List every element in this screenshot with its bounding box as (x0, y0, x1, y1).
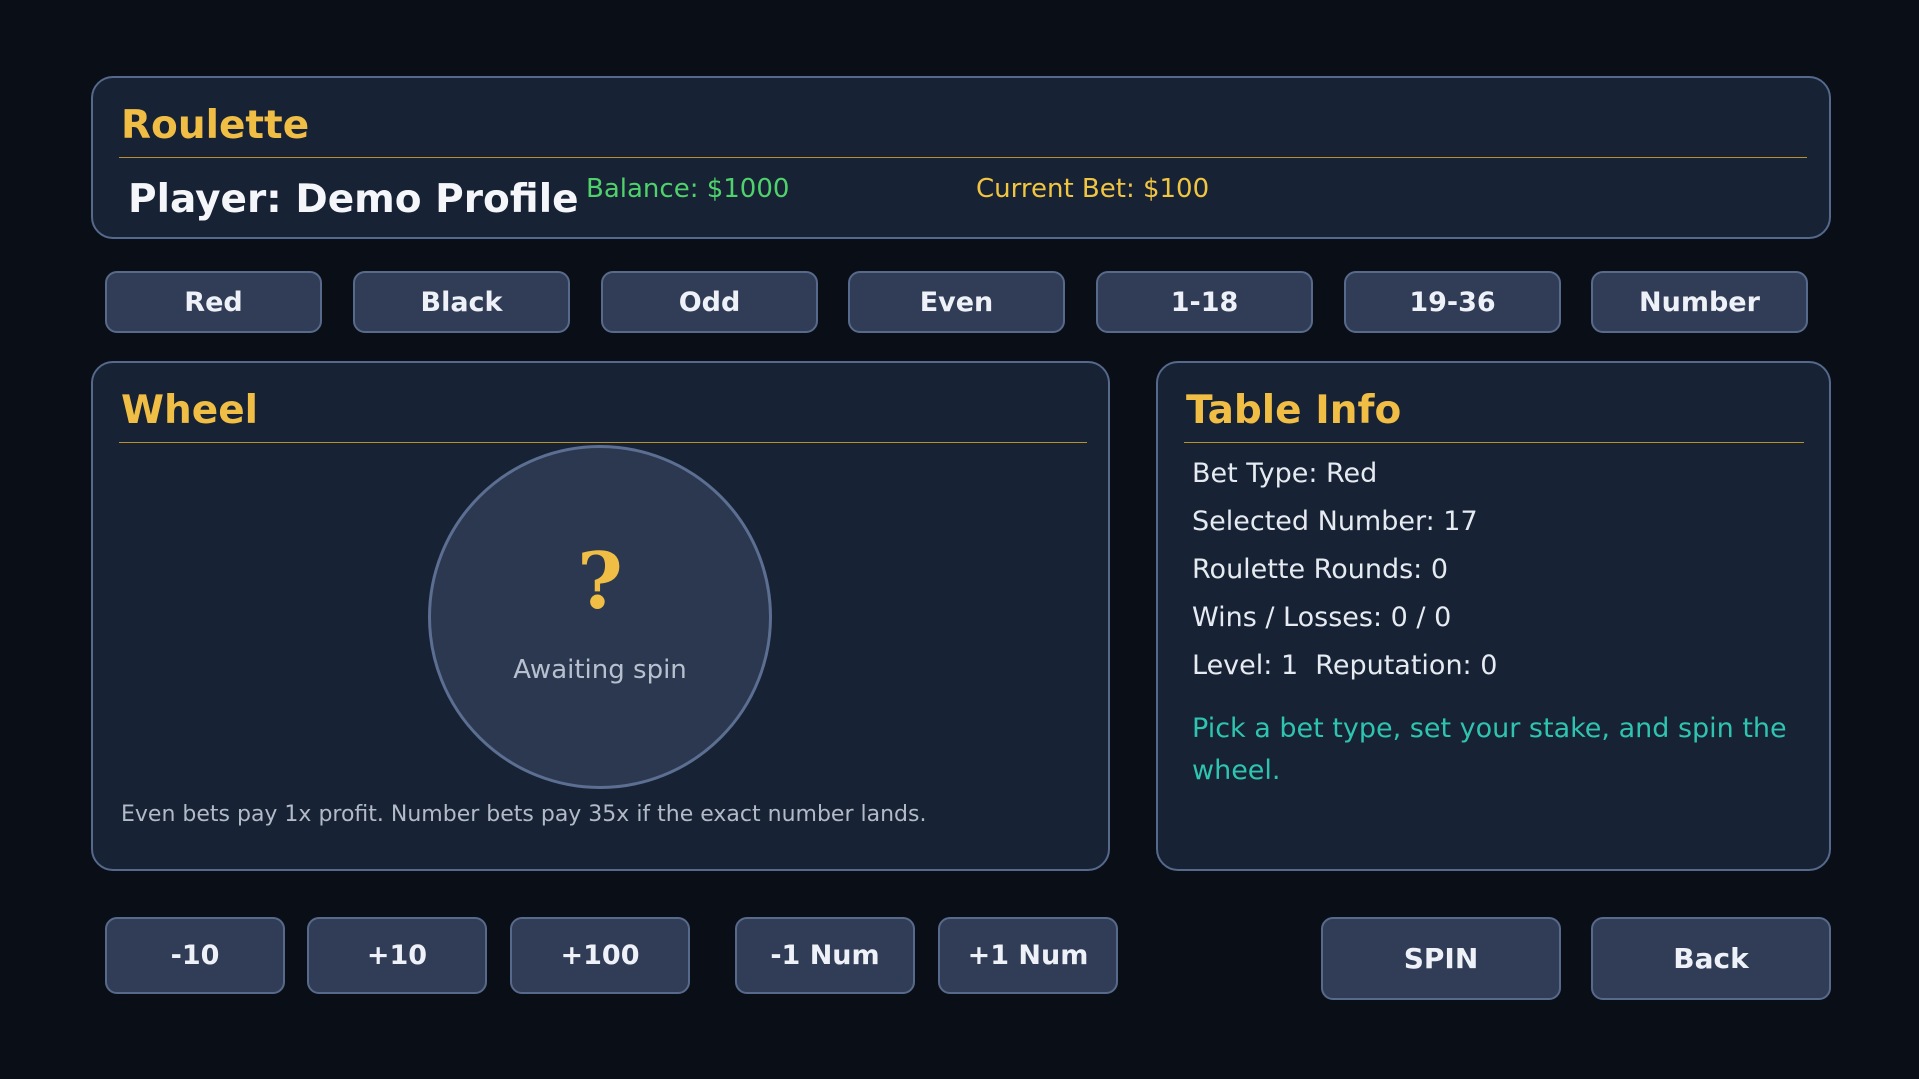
bet-even-button[interactable]: Even (848, 271, 1065, 333)
number-plus-button[interactable]: +1 Num (938, 917, 1118, 994)
rounds-info: Roulette Rounds: 0 (1192, 554, 1449, 585)
stake-plus-100-button[interactable]: +100 (510, 917, 690, 994)
bet-odd-button[interactable]: Odd (601, 271, 818, 333)
unknown-result-icon: ? (577, 536, 623, 627)
player-name: Player: Demo Profile (128, 177, 579, 222)
wheel-status: Awaiting spin (513, 655, 687, 685)
table-info-title: Table Info (1186, 388, 1402, 433)
payout-note: Even bets pay 1x profit. Number bets pay… (121, 802, 927, 827)
bet-black-button[interactable]: Black (353, 271, 570, 333)
selected-number-info: Selected Number: 17 (1192, 506, 1478, 537)
stake-minus-10-button[interactable]: -10 (105, 917, 285, 994)
wheel-divider (119, 442, 1087, 443)
current-bet-text: Current Bet: $100 (976, 174, 1210, 204)
bet-number-button[interactable]: Number (1591, 271, 1808, 333)
wheel-title: Wheel (121, 388, 259, 433)
hint-message: Pick a bet type, set your stake, and spi… (1192, 713, 1787, 786)
number-minus-button[interactable]: -1 Num (735, 917, 915, 994)
spin-button[interactable]: SPIN (1321, 917, 1561, 1000)
wheel-panel: Wheel ? Awaiting spin Even bets pay 1x p… (91, 361, 1110, 871)
wins-losses-info: Wins / Losses: 0 / 0 (1192, 602, 1452, 633)
bet-low-button[interactable]: 1-18 (1096, 271, 1313, 333)
back-button[interactable]: Back (1591, 917, 1831, 1000)
header-divider (119, 157, 1807, 158)
level-reputation-info: Level: 1 Reputation: 0 (1192, 650, 1498, 681)
roulette-wheel: ? Awaiting spin (428, 445, 772, 789)
table-info-divider (1184, 442, 1804, 443)
header-panel: Roulette Player: Demo Profile Balance: $… (91, 76, 1831, 239)
balance-text: Balance: $1000 (586, 174, 790, 204)
bet-high-button[interactable]: 19-36 (1344, 271, 1561, 333)
stake-plus-10-button[interactable]: +10 (307, 917, 487, 994)
bet-type-info: Bet Type: Red (1192, 458, 1378, 489)
game-title: Roulette (121, 103, 310, 148)
bet-red-button[interactable]: Red (105, 271, 322, 333)
